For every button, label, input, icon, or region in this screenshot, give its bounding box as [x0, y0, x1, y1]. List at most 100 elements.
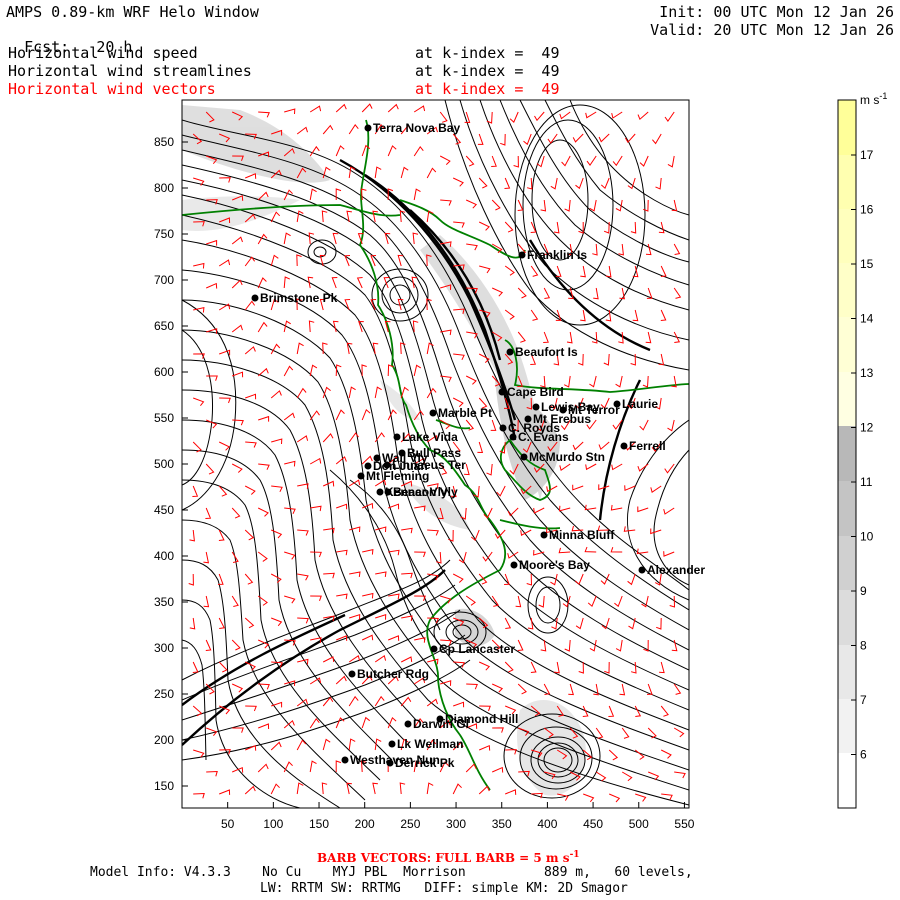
colorbar-bin-5	[838, 753, 856, 808]
colorbar-bin-16	[838, 155, 856, 209]
place-label: Ferrell	[629, 439, 666, 453]
place-marker-dot	[348, 670, 356, 678]
place-marker-dot	[436, 715, 444, 723]
x-tick-label: 100	[263, 817, 283, 831]
y-tick-label: 650	[154, 319, 174, 333]
colorbar-bin-8	[838, 590, 856, 645]
colorbar-tick-label: 11	[860, 475, 873, 489]
x-tick-label: 500	[629, 817, 649, 831]
colorbar-tick-label: 8	[860, 639, 867, 653]
model-info: Model Info: V4.3.3 No Cu MYJ PBL Morriso…	[90, 865, 693, 880]
colorbar-bin-6	[838, 699, 856, 753]
colorbar-tick-label: 6	[860, 748, 867, 762]
colorbar-tick-label: 7	[860, 693, 867, 707]
place-label: Moore's Bay	[519, 558, 590, 572]
colorbar: m s-1 17 16 15 14 13 12 11 10 9 8 7 6	[837, 91, 887, 809]
place-marker-dot	[524, 415, 532, 423]
colorbar-units: m s-1	[860, 91, 887, 107]
place-label: Beacon Vly	[393, 485, 458, 499]
place-marker-dot	[506, 348, 514, 356]
place-label: Alexander	[647, 563, 705, 577]
place-label: Marble Pt	[438, 406, 492, 420]
colorbar-tick-label: 16	[860, 203, 874, 217]
place-label: Derrick Pk	[395, 756, 455, 770]
x-tick-label: 50	[221, 817, 235, 831]
place-marker-dot	[510, 561, 518, 569]
place-label: Laurie	[622, 397, 658, 411]
colorbar-bin-14	[838, 263, 856, 317]
y-tick-label: 500	[154, 457, 174, 471]
place-marker-dot	[398, 449, 406, 457]
place-label: C. Evans	[518, 430, 569, 444]
place-label: Beaufort Is	[515, 345, 578, 359]
colorbar-bin-7	[838, 645, 856, 699]
place-marker-dot	[386, 759, 394, 767]
barb-vector-note-text: BARB VECTORS: FULL BARB = 5 m s	[317, 851, 570, 865]
place-label: Cp Lancaster	[439, 642, 515, 656]
colorbar-tick-label: 14	[860, 312, 874, 326]
place-marker-dot	[404, 720, 412, 728]
x-tick-label: 450	[583, 817, 603, 831]
place-marker-dot	[499, 424, 507, 432]
place-marker-dot	[520, 453, 528, 461]
place-label: McMurdo Stn	[529, 450, 605, 464]
colorbar-tick-label: 15	[860, 257, 874, 271]
y-tick-label: 750	[154, 227, 174, 241]
place-marker-dot	[518, 251, 526, 259]
place-marker-dot	[430, 645, 438, 653]
place-marker-dot	[384, 488, 392, 496]
place-label: Butcher Rdg	[357, 667, 429, 681]
y-tick-label: 200	[154, 733, 174, 747]
y-tick-label: 150	[154, 779, 174, 793]
y-tick-label: 300	[154, 641, 174, 655]
place-label: Lake Vida	[402, 430, 458, 444]
y-tick-label: 800	[154, 181, 174, 195]
place-marker-dot	[429, 409, 437, 417]
place-label: Lk Wellman	[397, 737, 463, 751]
place-label: Mt Erebus	[533, 412, 591, 426]
place-label: Minna Bluff	[549, 528, 615, 542]
place-marker-dot	[532, 403, 540, 411]
colorbar-bin-17	[838, 100, 856, 155]
colorbar-tick-label: 17	[860, 148, 874, 162]
place-label: Brimstone Pk	[260, 291, 338, 305]
y-tick-label: 400	[154, 549, 174, 563]
place-marker-dot	[509, 433, 517, 441]
place-marker-dot	[376, 488, 384, 496]
place-marker-dot	[638, 566, 646, 574]
colorbar-bin-15	[838, 209, 856, 263]
place-marker-dot	[364, 124, 372, 132]
x-tick-label: 150	[309, 817, 329, 831]
place-marker-dot	[620, 442, 628, 450]
colorbar-tick-label: 10	[860, 530, 874, 544]
place-marker-dot	[251, 294, 259, 302]
place-label: Linnaeus Ter	[392, 458, 466, 472]
y-tick-label: 600	[154, 365, 174, 379]
colorbar-tick-label: 9	[860, 584, 867, 598]
place-marker-dot	[540, 531, 548, 539]
place-marker-dot	[498, 388, 506, 396]
place-marker-dot	[393, 433, 401, 441]
map-figure: 50 100 150 200 250 300 350 400 450 500 550 850 800 7…	[154, 91, 887, 831]
place-marker-dot	[388, 740, 396, 748]
colorbar-bin-10	[838, 481, 856, 536]
place-marker-dot	[383, 461, 391, 469]
x-tick-label: 250	[400, 817, 420, 831]
y-tick-label: 700	[154, 273, 174, 287]
colorbar-tick-label: 13	[860, 366, 874, 380]
place-label: Cape Bird	[507, 385, 564, 399]
x-tick-label: 350	[492, 817, 512, 831]
y-tick-label: 850	[154, 135, 174, 149]
x-tick-label: 400	[537, 817, 557, 831]
colorbar-tick-label: 12	[860, 421, 874, 435]
colorbar-bin-13	[838, 317, 856, 372]
model-physics: LW: RRTM SW: RRTMG DIFF: simple KM: 2D S…	[260, 881, 628, 896]
x-tick-label: 200	[355, 817, 375, 831]
barb-vector-note: BARB VECTORS: FULL BARB = 5 m s-1	[317, 850, 580, 865]
x-tick-label: 300	[446, 817, 466, 831]
y-tick-label: 250	[154, 687, 174, 701]
y-tick-label: 350	[154, 595, 174, 609]
y-tick-label: 550	[154, 411, 174, 425]
place-label: Terra Nova Bay	[373, 121, 460, 135]
place-label: Diamond Hill	[445, 712, 518, 726]
